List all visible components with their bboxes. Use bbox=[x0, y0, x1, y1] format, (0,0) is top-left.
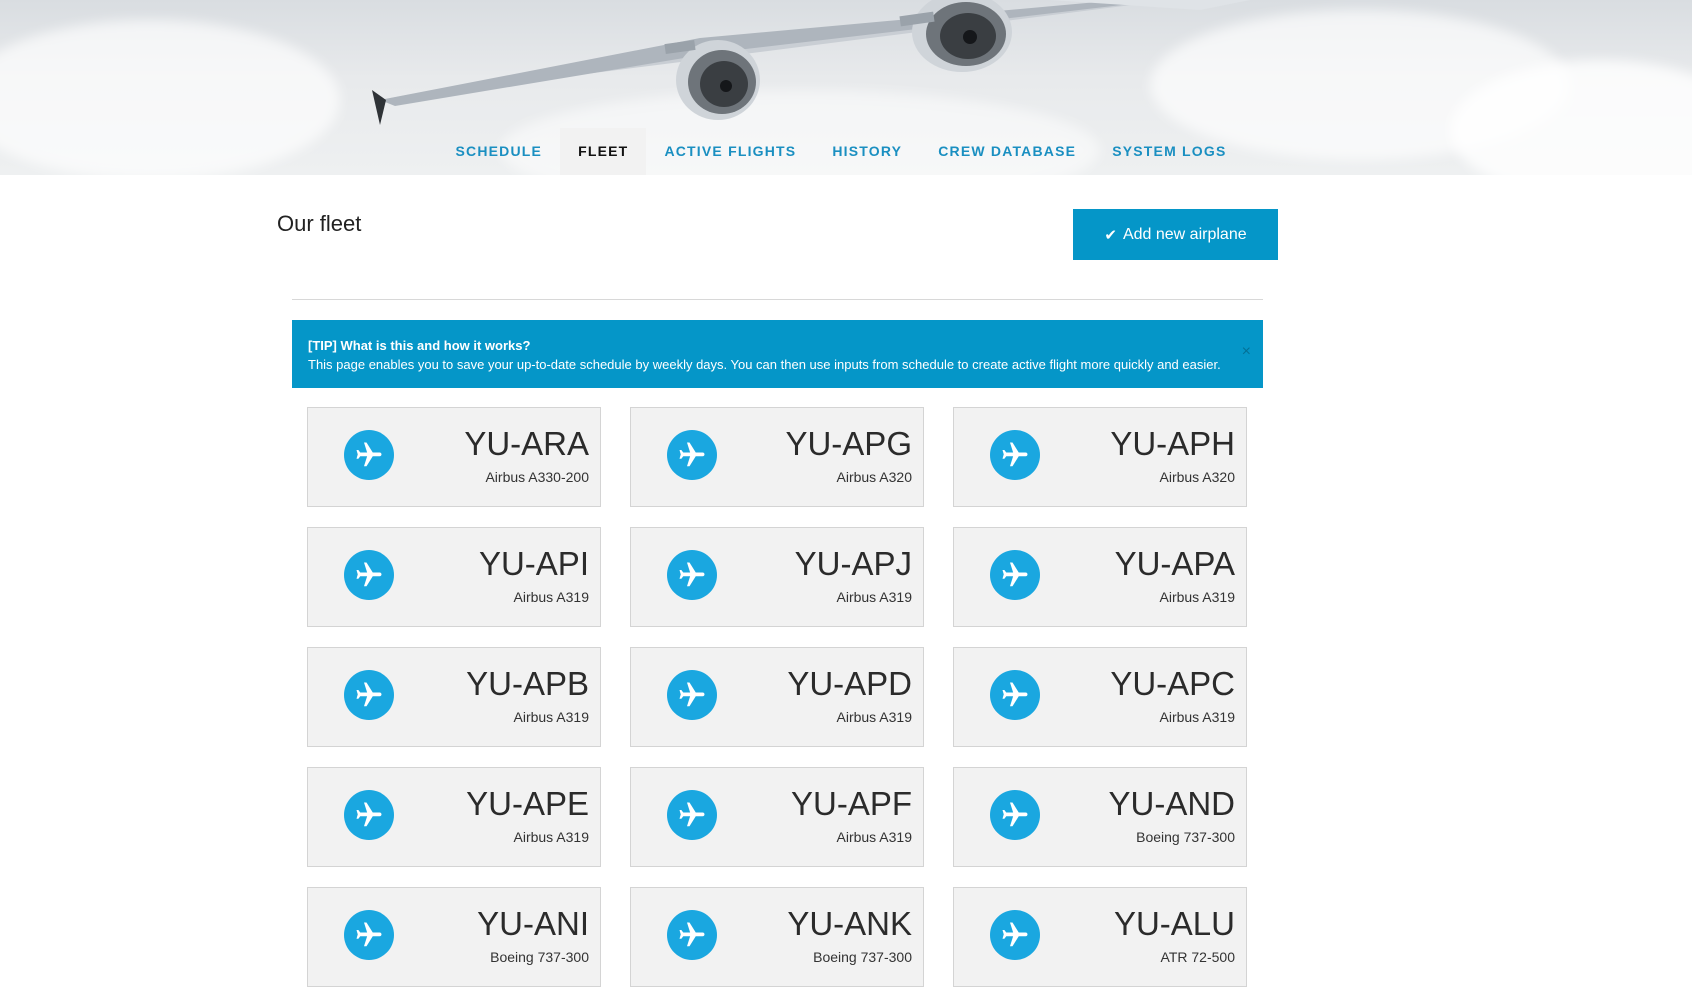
fleet-card[interactable]: YU-ALU ATR 72-500 bbox=[953, 887, 1247, 987]
fleet-card[interactable]: YU-APE Airbus A319 bbox=[307, 767, 601, 867]
airplane-registration: YU-ANI bbox=[477, 905, 589, 942]
airplane-model: Airbus A320 bbox=[836, 469, 913, 485]
fleet-card[interactable]: YU-APG Airbus A320 bbox=[630, 407, 924, 507]
airplane-registration: YU-API bbox=[478, 545, 589, 582]
airplane-model: Airbus A319 bbox=[836, 589, 913, 605]
airplane-icon bbox=[990, 670, 1040, 720]
tip-title: [TIP] What is this and how it works? bbox=[308, 338, 531, 353]
airplane-registration: YU-AND bbox=[1108, 785, 1235, 822]
add-new-airplane-button[interactable]: ✔ Add new airplane bbox=[1073, 209, 1278, 260]
fleet-card[interactable]: YU-APA Airbus A319 bbox=[953, 527, 1247, 627]
airplane-registration: YU-ALU bbox=[1113, 905, 1235, 942]
airplane-icon bbox=[344, 670, 394, 720]
airplane-registration: YU-APC bbox=[1110, 665, 1235, 702]
airplane-icon bbox=[990, 550, 1040, 600]
airplane-registration: YU-APG bbox=[785, 425, 912, 462]
fleet-card[interactable]: YU-API Airbus A319 bbox=[307, 527, 601, 627]
airplane-model: Airbus A330-200 bbox=[485, 469, 589, 485]
fleet-card[interactable]: YU-APJ Airbus A319 bbox=[630, 527, 924, 627]
airplane-registration: YU-APB bbox=[466, 665, 589, 702]
tab-crew-database[interactable]: CREW DATABASE bbox=[920, 128, 1094, 175]
main-navigation: SCHEDULE FLEET ACTIVE FLIGHTS HISTORY CR… bbox=[0, 128, 1692, 175]
divider bbox=[292, 299, 1263, 300]
airplane-icon bbox=[344, 430, 394, 480]
airplane-icon bbox=[990, 790, 1040, 840]
airplane-model: Boeing 737-300 bbox=[490, 949, 589, 965]
tab-history[interactable]: HISTORY bbox=[814, 128, 920, 175]
airplane-model: Airbus A319 bbox=[836, 709, 913, 725]
airplane-registration: YU-APA bbox=[1114, 545, 1235, 582]
page-title: Our fleet bbox=[277, 211, 362, 236]
fleet-card[interactable]: YU-APB Airbus A319 bbox=[307, 647, 601, 747]
nav-tab-list: SCHEDULE FLEET ACTIVE FLIGHTS HISTORY CR… bbox=[437, 128, 1244, 175]
airplane-registration: YU-APH bbox=[1110, 425, 1235, 462]
tab-system-logs[interactable]: SYSTEM LOGS bbox=[1094, 128, 1244, 175]
airplane-registration: YU-APE bbox=[466, 785, 589, 822]
airplane-icon bbox=[667, 430, 717, 480]
fleet-card[interactable]: YU-APD Airbus A319 bbox=[630, 647, 924, 747]
airplane-icon bbox=[344, 550, 394, 600]
tab-active-flights[interactable]: ACTIVE FLIGHTS bbox=[646, 128, 814, 175]
fleet-card[interactable]: YU-APF Airbus A319 bbox=[630, 767, 924, 867]
fleet-card[interactable]: YU-ANK Boeing 737-300 bbox=[630, 887, 924, 987]
airplane-model: Airbus A320 bbox=[1159, 469, 1236, 485]
airplane-registration: YU-APJ bbox=[794, 545, 912, 582]
fleet-card[interactable]: YU-APC Airbus A319 bbox=[953, 647, 1247, 747]
airplane-registration: YU-ARA bbox=[464, 425, 589, 462]
close-icon[interactable]: × bbox=[1242, 342, 1251, 361]
airplane-icon bbox=[667, 670, 717, 720]
fleet-card[interactable]: YU-APH Airbus A320 bbox=[953, 407, 1247, 507]
add-new-airplane-label: Add new airplane bbox=[1122, 225, 1247, 243]
fleet-card[interactable]: YU-AND Boeing 737-300 bbox=[953, 767, 1247, 867]
check-icon: ✔ bbox=[1104, 226, 1117, 244]
airplane-model: Airbus A319 bbox=[513, 829, 590, 845]
airplane-model: Airbus A319 bbox=[513, 709, 590, 725]
airplane-model: Airbus A319 bbox=[1159, 589, 1236, 605]
tab-schedule[interactable]: SCHEDULE bbox=[437, 128, 560, 175]
airplane-icon bbox=[990, 910, 1040, 960]
fleet-card[interactable]: YU-ARA Airbus A330-200 bbox=[307, 407, 601, 507]
airplane-icon bbox=[667, 910, 717, 960]
airplane-registration: YU-APD bbox=[787, 665, 912, 702]
airplane-icon bbox=[667, 790, 717, 840]
airplane-icon bbox=[990, 430, 1040, 480]
airplane-model: Airbus A319 bbox=[1159, 709, 1236, 725]
airplane-icon bbox=[667, 550, 717, 600]
airplane-registration: YU-APF bbox=[790, 785, 912, 822]
airplane-model: Airbus A319 bbox=[513, 589, 590, 605]
airplane-model: Boeing 737-300 bbox=[813, 949, 912, 965]
airplane-icon bbox=[344, 790, 394, 840]
tab-fleet[interactable]: FLEET bbox=[560, 128, 647, 175]
airplane-icon bbox=[344, 910, 394, 960]
airplane-registration: YU-ANK bbox=[787, 905, 912, 942]
tip-alert: [TIP] What is this and how it works? Thi… bbox=[292, 320, 1263, 388]
fleet-card[interactable]: YU-ANI Boeing 737-300 bbox=[307, 887, 601, 987]
tip-text: This page enables you to save your up-to… bbox=[308, 357, 1221, 372]
airplane-model: Boeing 737-300 bbox=[1136, 829, 1235, 845]
airplane-model: ATR 72-500 bbox=[1160, 949, 1235, 965]
fleet-grid: YU-ARA Airbus A330-200 YU-APG Airbus A32… bbox=[307, 407, 1247, 987]
airplane-model: Airbus A319 bbox=[836, 829, 913, 845]
